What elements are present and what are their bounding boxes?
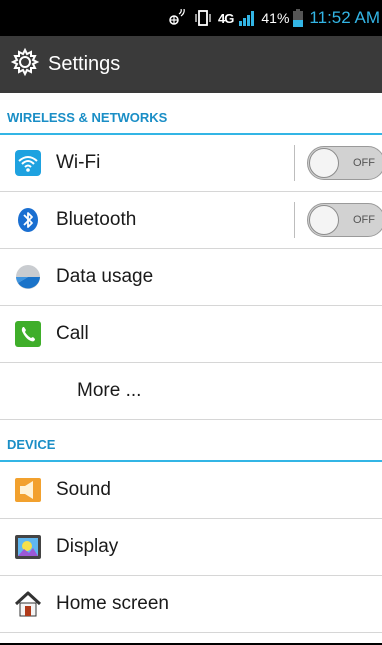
divider [294,145,295,181]
wifi-toggle[interactable]: OFF [307,146,382,180]
vibrate-icon [194,9,212,27]
action-bar: Settings [0,36,382,93]
bluetooth-label: Bluetooth [56,209,137,230]
settings-item-call[interactable]: Call [0,306,382,363]
battery-percent: 41% [261,10,290,26]
bluetooth-toggle[interactable]: OFF [307,203,382,237]
nfc-icon [166,9,188,27]
settings-item-sound[interactable]: Sound [0,462,382,519]
status-bar: 4G 41% 11:52 AM [0,0,382,36]
bluetooth-icon [0,207,56,233]
toggle-knob [309,148,339,178]
bluetooth-toggle-area: OFF [294,192,382,248]
data-usage-label: Data usage [56,266,154,287]
settings-item-display[interactable]: Display [0,519,382,576]
speaker-icon [0,477,56,503]
battery-icon [293,9,304,27]
call-label: Call [56,323,89,344]
page-title: Settings [48,53,121,75]
toggle-state: OFF [353,214,375,226]
display-icon [0,534,56,560]
wifi-label: Wi-Fi [56,152,101,173]
toggle-state: OFF [353,157,375,169]
settings-item-data-usage[interactable]: Data usage [0,249,382,306]
phone-icon [0,321,56,347]
wifi-icon [0,150,56,176]
toggle-knob [309,205,339,235]
settings-item-more[interactable]: More ... [0,363,382,420]
signal-icon [239,10,255,26]
display-label: Display [56,536,119,557]
divider [294,202,295,238]
data-usage-icon [0,263,56,291]
section-header-device: DEVICE [0,420,382,462]
wifi-toggle-area: OFF [294,135,382,191]
section-header-wireless: WIRELESS & NETWORKS [0,93,382,135]
more-label: More ... [77,380,142,401]
home-icon [0,591,56,617]
settings-item-bluetooth[interactable]: Bluetooth OFF [0,192,382,249]
settings-item-home-screen[interactable]: Home screen [0,576,382,633]
network-4g-icon: 4G [218,10,234,26]
clock: 11:52 AM [309,8,380,27]
settings-item-wifi[interactable]: Wi-Fi OFF [0,135,382,192]
gear-icon[interactable] [10,47,40,82]
home-screen-label: Home screen [56,593,169,614]
sound-label: Sound [56,479,111,500]
